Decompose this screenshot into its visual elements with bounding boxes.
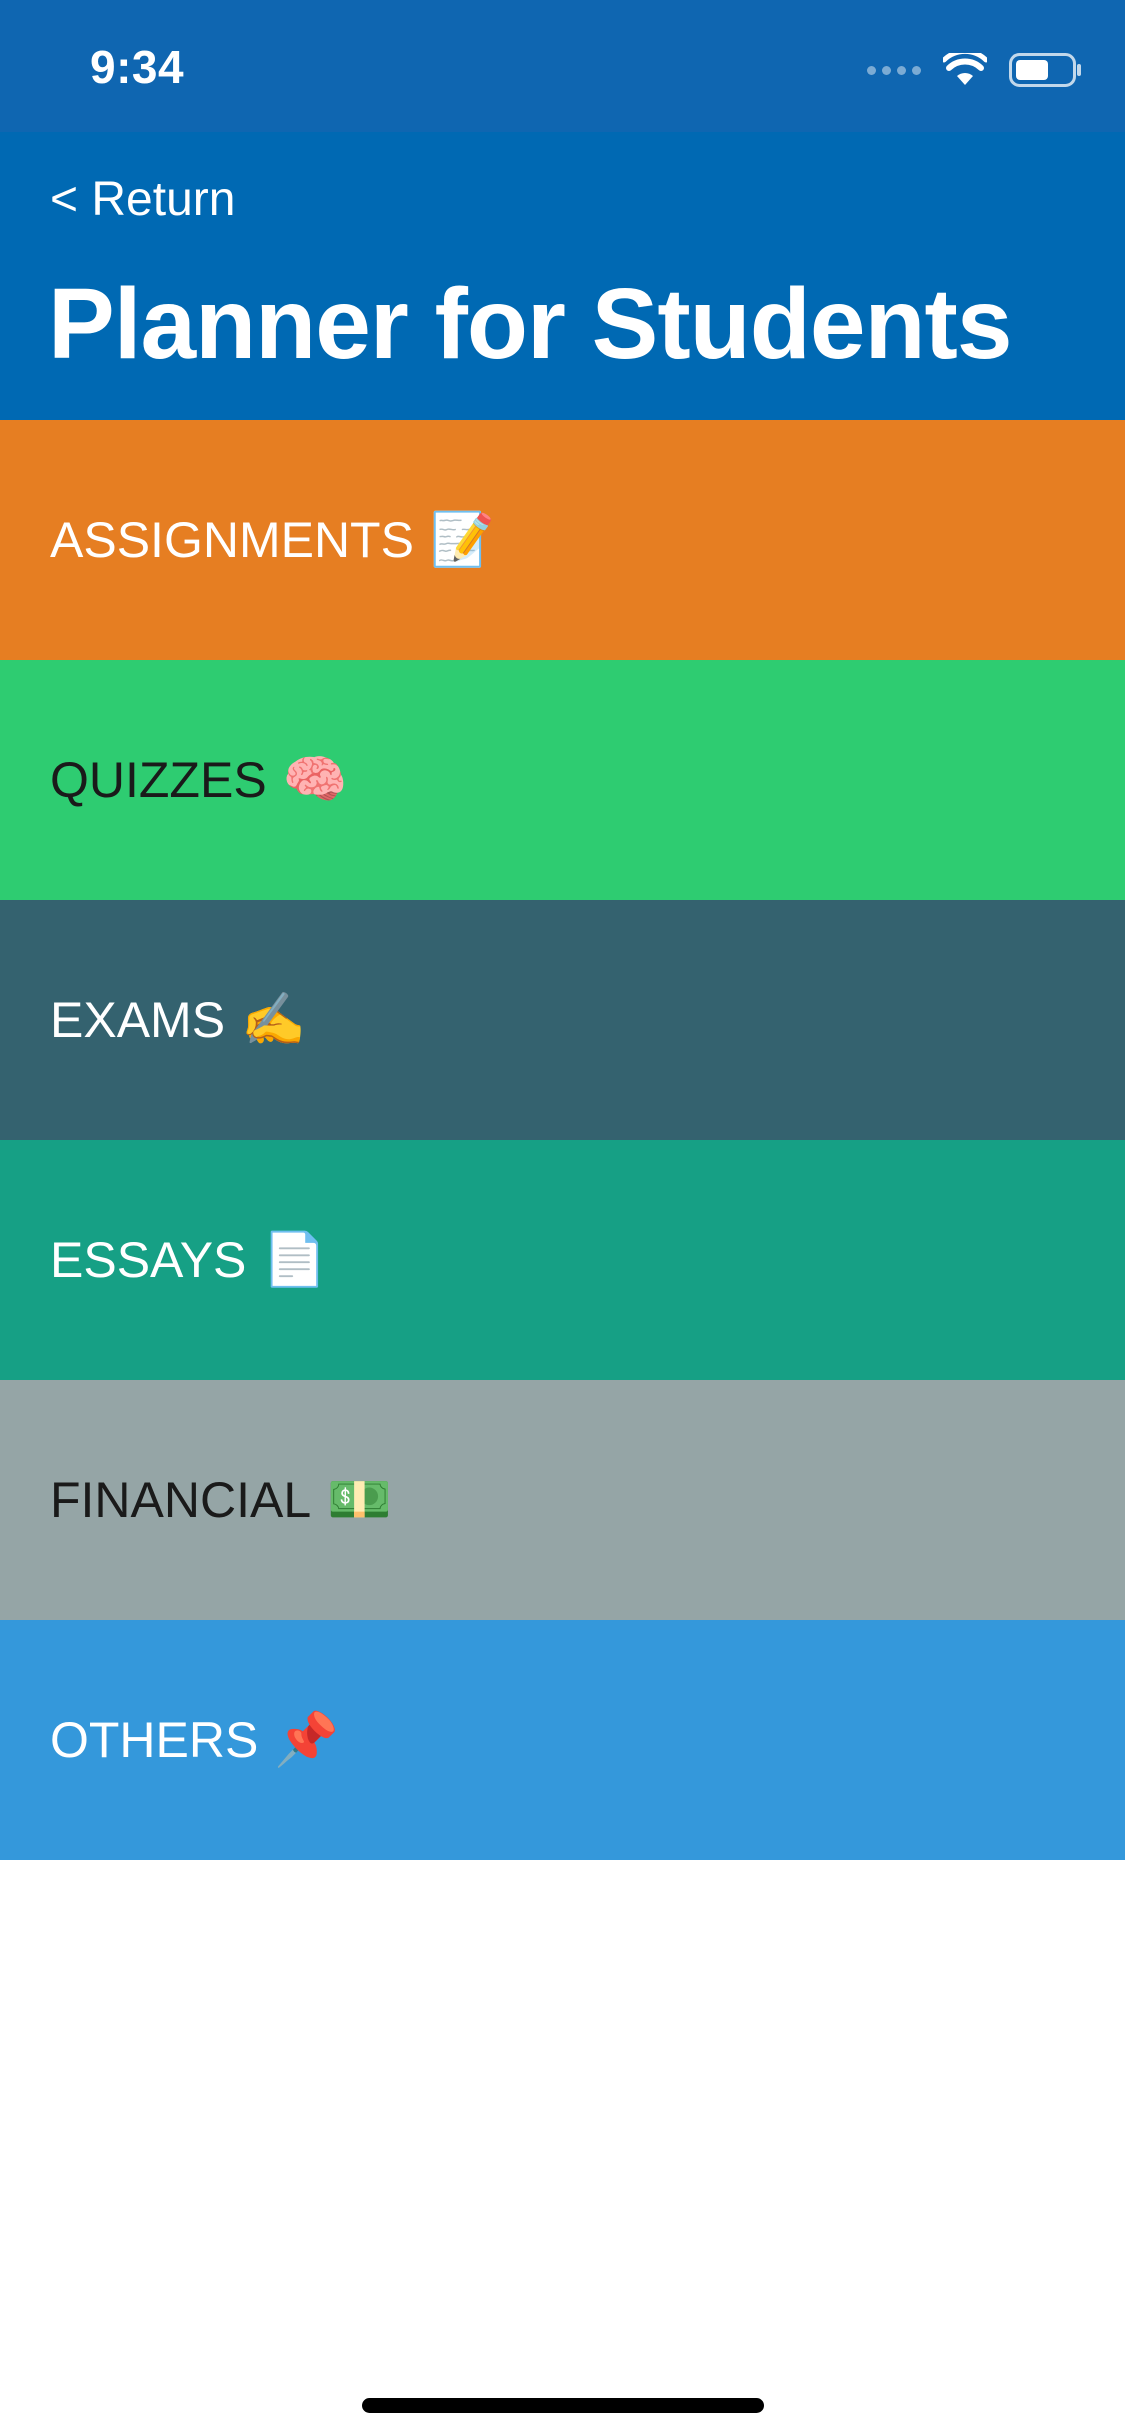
category-label: QUIZZES [50, 752, 267, 808]
category-row-others[interactable]: OTHERS 📌 [0, 1620, 1125, 1860]
category-list: ASSIGNMENTS 📝 QUIZZES 🧠 EXAMS ✍️ ESSAYS 📄 FINANC… [0, 420, 1125, 1860]
status-time: 9:34 [90, 41, 185, 93]
memo-icon: 📝 [429, 511, 495, 569]
category-row-financial[interactable]: FINANCIAL 💵 [0, 1380, 1125, 1620]
category-row-exams[interactable]: EXAMS ✍️ [0, 900, 1125, 1140]
cellular-signal-icon [867, 65, 921, 75]
category-label: FINANCIAL [50, 1472, 312, 1528]
category-row-quizzes[interactable]: QUIZZES 🧠 [0, 660, 1125, 900]
page-icon: 📄 [262, 1231, 328, 1289]
category-label: EXAMS [50, 992, 226, 1048]
page-title: Planner for Students [48, 268, 1012, 380]
category-label: OTHERS [50, 1712, 259, 1768]
status-bar: 9:34 [0, 0, 1125, 132]
home-indicator[interactable] [362, 2398, 764, 2413]
money-icon: 💵 [327, 1471, 392, 1529]
brain-icon: 🧠 [282, 751, 348, 809]
category-row-assignments[interactable]: ASSIGNMENTS 📝 [0, 420, 1125, 660]
wifi-icon [943, 53, 987, 87]
category-label: ESSAYS [50, 1232, 247, 1288]
category-label: ASSIGNMENTS [50, 512, 414, 568]
navigation-header: < Return Planner for Students [0, 132, 1125, 420]
battery-icon [1009, 53, 1083, 87]
return-button[interactable]: < Return [50, 172, 235, 227]
category-row-essays[interactable]: ESSAYS 📄 [0, 1140, 1125, 1380]
status-indicators [867, 50, 1083, 90]
writing-hand-icon: ✍️ [241, 991, 306, 1049]
pin-icon: 📌 [274, 1711, 340, 1769]
